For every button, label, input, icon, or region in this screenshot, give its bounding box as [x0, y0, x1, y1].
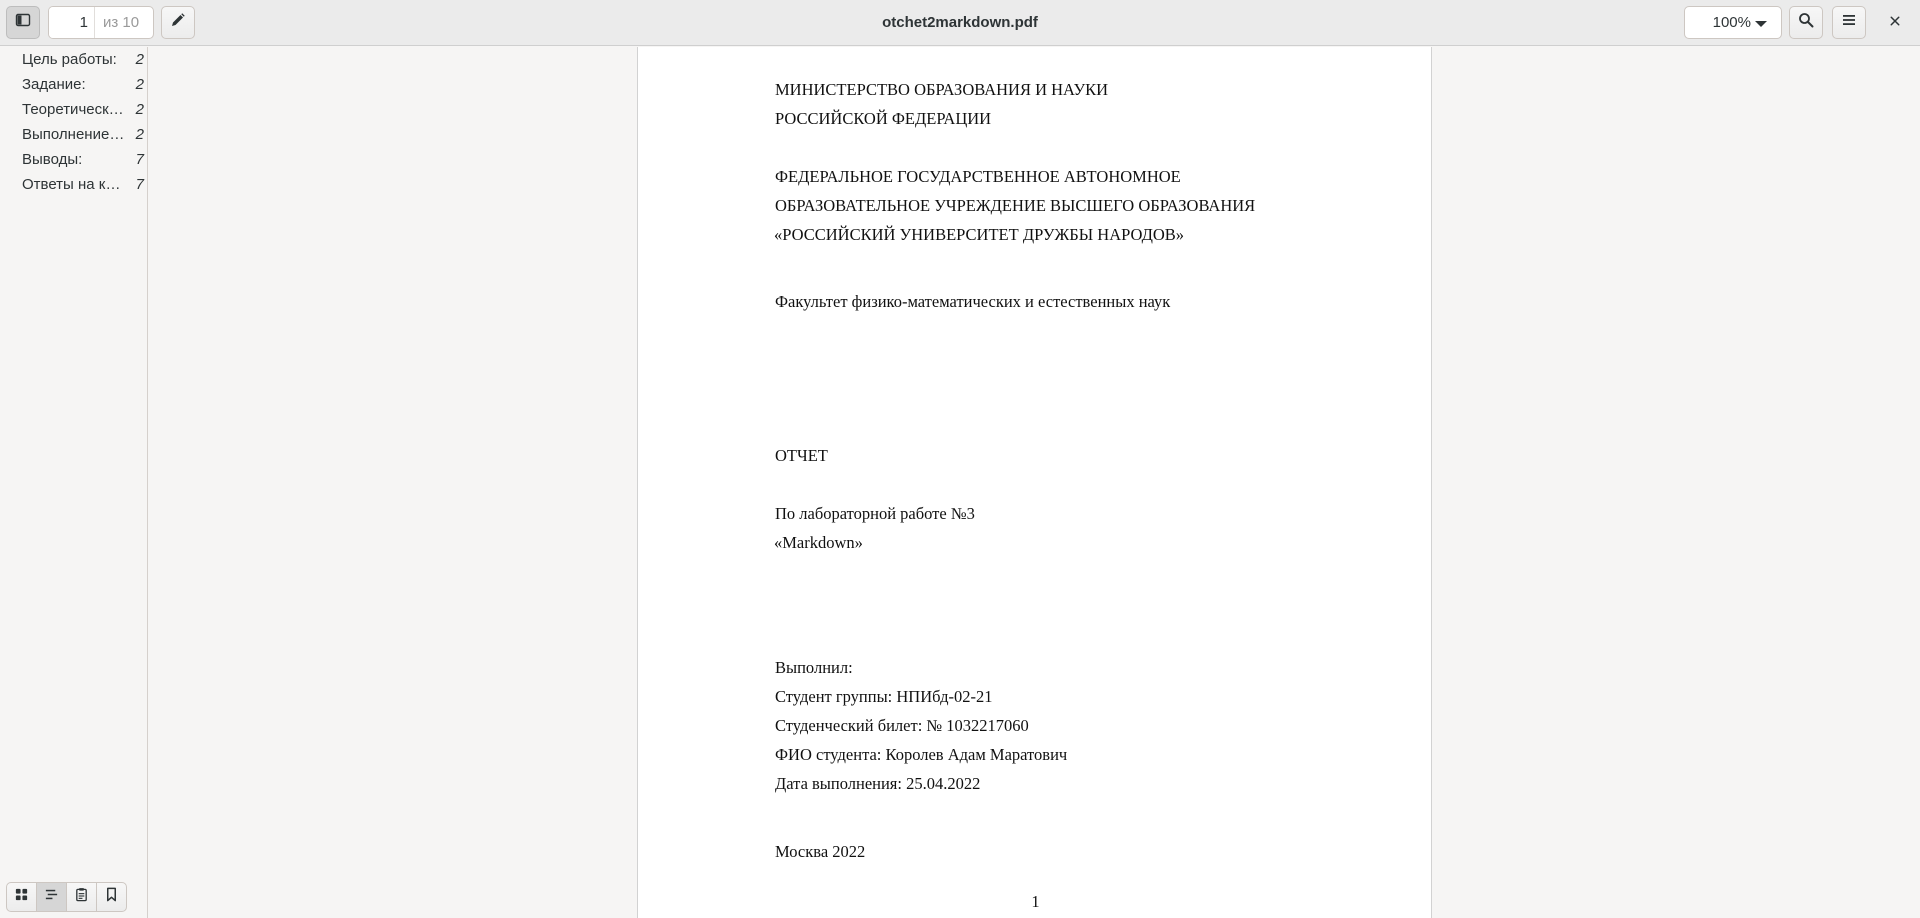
student-name-line: ФИО студента: Королев Адам Маратович	[775, 745, 1068, 764]
zoom-selector[interactable]: 100%	[1684, 6, 1782, 39]
chevron-down-icon	[1755, 21, 1767, 27]
faculty-line: Факультет физико-математических и естест…	[775, 292, 1171, 311]
ministry-line-2: РОССИЙСКОЙ ФЕДЕРАЦИИ	[775, 109, 992, 128]
outline-item-label: Выводы:	[22, 151, 83, 168]
performed-by-label: Выполнил:	[775, 658, 853, 677]
student-id-line: Студенческий билет: № 1032217060	[775, 716, 1029, 735]
sidebar: Цель работы: 2 Задание: 2 Теоретическ… 2…	[0, 47, 148, 918]
outline-item-page: 7	[135, 176, 144, 193]
header-bar: из 10 otchet2markdown.pdf 100%	[0, 0, 1920, 46]
close-button[interactable]	[1878, 6, 1912, 39]
hamburger-menu-icon	[1841, 12, 1857, 33]
outline-view-button[interactable]	[36, 882, 67, 912]
outline-item-label: Ответы на ко…	[22, 176, 126, 193]
outline-item[interactable]: Теоретическ… 2	[0, 97, 147, 122]
outline-item-page: 7	[135, 151, 144, 168]
lab-topic-line: «Markdown»	[774, 533, 863, 552]
annotations-view-button[interactable]	[66, 882, 97, 912]
outline-item[interactable]: Выполнение … 2	[0, 122, 147, 147]
outline-icon	[44, 887, 59, 907]
university-line-1: ФЕДЕРАЛЬНОЕ ГОСУДАРСТВЕННОЕ АВТОНОМНОЕ	[775, 167, 1181, 186]
page-total-label: из 10	[103, 14, 140, 31]
zoom-value: 100%	[1712, 14, 1751, 31]
outline-item[interactable]: Выводы: 7	[0, 147, 147, 172]
close-icon	[1889, 14, 1901, 32]
outline-item[interactable]: Ответы на ко… 7	[0, 172, 147, 197]
ministry-line-1: МИНИСТЕРСТВО ОБРАЗОВАНИЯ И НАУКИ	[775, 80, 1109, 99]
pdf-page: МИНИСТЕРСТВО ОБРАЗОВАНИЯ И НАУКИ РОССИЙС…	[637, 47, 1432, 918]
outline-item-label: Задание:	[22, 76, 86, 93]
outline-item-label: Цель работы:	[22, 51, 117, 68]
outline-item-page: 2	[135, 126, 144, 143]
university-line-2: ОБРАЗОВАТЕЛЬНОЕ УЧРЕЖДЕНИЕ ВЫСШЕГО ОБРАЗ…	[775, 196, 1256, 215]
page-selector: из 10	[48, 6, 154, 39]
bookmark-icon	[104, 887, 119, 907]
main-menu-button[interactable]	[1832, 6, 1866, 39]
outline-item-page: 2	[135, 101, 144, 118]
student-group-line: Студент группы: НПИбд-02-21	[775, 687, 993, 706]
bookmarks-view-button[interactable]	[96, 882, 127, 912]
pencil-icon	[170, 12, 186, 33]
document-view[interactable]: МИНИСТЕРСТВО ОБРАЗОВАНИЯ И НАУКИ РОССИЙС…	[149, 47, 1920, 918]
thumbnails-view-button[interactable]	[6, 882, 37, 912]
city-year-line: Москва 2022	[775, 842, 866, 861]
outline-item-label: Теоретическ…	[22, 101, 124, 118]
page-number-input[interactable]	[49, 7, 95, 38]
annotate-button[interactable]	[161, 6, 195, 39]
outline-item[interactable]: Задание: 2	[0, 72, 147, 97]
lab-work-line: По лабораторной работе №3	[775, 504, 975, 523]
clipboard-icon	[74, 887, 89, 907]
search-button[interactable]	[1789, 6, 1823, 39]
sidebar-view-switcher	[6, 882, 127, 912]
sidebar-toggle-button[interactable]	[6, 6, 40, 39]
university-line-3: «РОССИЙСКИЙ УНИВЕРСИТЕТ ДРУЖБЫ НАРОДОВ»	[774, 225, 1185, 244]
date-line: Дата выполнения: 25.04.2022	[775, 774, 981, 793]
search-icon	[1798, 12, 1814, 33]
outline-item-page: 2	[135, 51, 144, 68]
grid-icon	[14, 887, 29, 907]
window-title: otchet2markdown.pdf	[882, 14, 1038, 31]
report-heading: ОТЧЕТ	[775, 446, 828, 465]
page-number: 1	[1031, 892, 1040, 911]
outline-item-page: 2	[135, 76, 144, 93]
outline-item-label: Выполнение …	[22, 126, 126, 143]
sidebar-toggle-icon	[15, 12, 31, 33]
outline-item[interactable]: Цель работы: 2	[0, 47, 147, 72]
